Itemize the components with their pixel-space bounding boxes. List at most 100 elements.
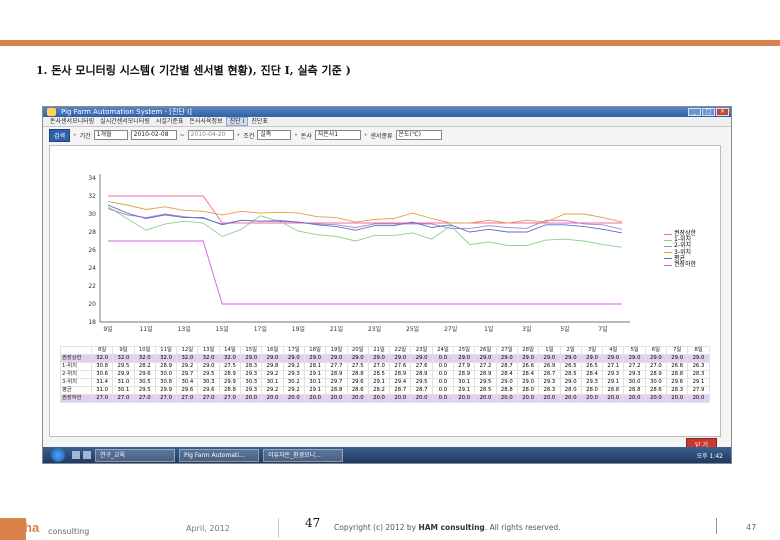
table-cell: 30.0 [154,370,178,379]
legend-swatch [664,233,672,235]
table-row[interactable]: 권장상한 32.0 32.0 32.0 32.0 32.0 32.0 32.0 29.0 29.0… [60,354,710,363]
table-cell: 29.1 [602,378,625,387]
menu-item[interactable]: 돈사센서모니터링 [47,117,97,126]
table-header-cell: 3일 [580,346,604,355]
table-header-cell: 20일 [346,346,369,355]
period-label: 기간 [79,132,91,140]
sensor-label: 센서종류 [370,132,393,140]
table-cell: 29.0 [644,354,668,363]
y-tick-label: 24 [88,265,96,272]
table-cell: 29.0 [495,354,518,363]
table-cell: 29.6 [346,378,369,387]
table-cell: 27.0 [644,362,668,371]
date-to-field[interactable]: 2010-04-20 [187,130,234,140]
table-cell: 26.6 [516,362,540,371]
table-cell: 32.0 [90,354,114,363]
menu-item[interactable]: 시설기준표 [153,117,187,126]
temperature-chart: 18 20 22 24 26 28 30 32 34 9일 11일 13일 15일 17일 19일 21일 23… [88,174,630,333]
table-cell: 30.0 [644,378,668,387]
table-cell: 28.8 [602,386,625,395]
table-cell: 29.0 [666,354,689,363]
table-cell: 27.6 [389,362,412,371]
app-window: Pig Farm Automation System - [진단 I] _ □ … [42,106,732,464]
menu-item[interactable]: 실시간센서모니터링 [97,117,153,126]
table-cell: 28.9 [218,370,242,379]
start-button[interactable] [51,448,65,462]
table-header-cell: 15일 [240,346,263,355]
date-from-field[interactable]: 2010-02-08 [130,130,177,140]
table-cell: 20.0 [367,394,391,403]
legend-swatch [664,264,672,266]
series-line [107,208,623,230]
menu-item[interactable]: 진단 I [225,117,249,126]
table-header-cell: 21일 [367,346,391,355]
table-cell: 28.5 [474,386,497,395]
y-tick-label: 28 [88,229,96,236]
taskbar: 연구_교육 Pig Farm Automati... 이유자돈_환경모니... … [43,447,731,463]
table-cell: 28.7 [495,362,518,371]
taskbar-item[interactable]: 연구_교육 [95,448,175,462]
y-tick-label: 18 [88,319,96,326]
table-cell: 32.0 [133,354,156,363]
x-tick-label: 5일 [560,325,569,333]
table-row[interactable]: 권장하한 27.0 27.0 27.0 27.0 27.0 27.0 27.0 20.0 20.0… [60,394,710,403]
table-cell: 20.0 [516,394,540,403]
condition-select[interactable]: 실측 [257,130,292,140]
house-label: 돈사 [300,132,312,140]
table-cell: 28.3 [240,362,263,371]
footer-consulting: consulting [48,527,90,536]
sensor-select[interactable]: 온도(℃) [395,130,442,140]
quicklaunch-icon[interactable] [72,451,80,459]
maximize-icon[interactable]: □ [702,108,715,116]
table-cell: 28.9 [474,370,497,379]
table-cell: 29.0 [623,354,646,363]
table-cell: 29.2 [282,386,305,395]
table-cell: 30.5 [133,378,156,387]
table-cell: 27.0 [176,394,199,403]
close-icon[interactable]: × [716,108,729,116]
table-cell: 27.1 [602,362,625,371]
menu-item[interactable]: 진단표 [248,117,271,126]
table-cell: 28.7 [410,386,433,395]
search-button[interactable]: 검색 [49,128,71,142]
table-row[interactable]: 평균 31.0 30.1 29.5 29.9 29.6 29.6 28.8 29.3 29.2 29… [60,386,710,395]
table-cell: 29.0 [325,354,348,363]
table-cell: 20.0 [687,394,710,403]
bullet-icon: • [363,131,368,139]
svg-text:ha: ha [24,520,40,535]
x-tick-label: 7일 [598,325,607,333]
table-cell: 29.3 [282,370,305,379]
condition-label: 조건 [243,132,255,140]
table-cell: 29.3 [240,370,263,379]
table-cell: 27.0 [218,394,242,403]
table-header-row: 8일 9일 10일 11일 12일 13일 14일 15일 16일 17일 18일 19일 20일 21일… [60,346,710,355]
bullet-icon: • [73,131,77,139]
table-cell: 29.3 [538,378,561,387]
table-row[interactable]: 2-위치 30.6 29.9 29.6 30.0 29.7 29.5 28.9 29.3 29.2… [60,370,710,379]
table-cell: 30.4 [176,378,199,387]
legend-swatch [664,246,672,247]
x-tick-label: 21일 [330,325,343,333]
quicklaunch-icon[interactable] [83,451,91,459]
period-select[interactable]: 1개월 [93,130,128,140]
table-cell: 28.9 [325,370,348,379]
table-header-cell: 26일 [474,346,497,355]
table-header-cell: 8일 [687,346,710,355]
table-cell: 28.1 [303,362,327,371]
series-line [108,195,622,224]
table-cell: 29.5 [112,362,135,371]
taskbar-item[interactable]: Pig Farm Automati... [179,448,259,462]
table-row[interactable]: 3-위치 31.4 31.0 30.5 30.8 30.4 30.3 29.9 30.3 30.1… [60,378,710,387]
slide-title: 1. 돈사 모니터링 시스템( 기간별 센서별 현황), 진단 I, 실측 기준… [36,64,351,77]
table-cell: 28.4 [495,370,518,379]
menu-item[interactable]: 돈사사육정보 [186,117,225,126]
data-table: 8일 9일 10일 11일 12일 13일 14일 15일 16일 17일 18일 19일 20일 21일… [60,346,710,403]
table-cell: 27.0 [133,394,156,403]
minimize-icon[interactable]: _ [688,108,701,116]
taskbar-item[interactable]: 이유자돈_환경모니... [263,448,343,462]
table-cell: 29.0 [282,354,305,363]
table-row[interactable]: 1-위치 30.8 29.5 28.2 28.9 29.2 29.0 27.5 28.3 29.8… [60,362,710,371]
house-select[interactable]: 자돈사1 [314,130,361,140]
table-cell: 29.0 [559,378,582,387]
footer-date: April, 2012 [186,524,230,533]
